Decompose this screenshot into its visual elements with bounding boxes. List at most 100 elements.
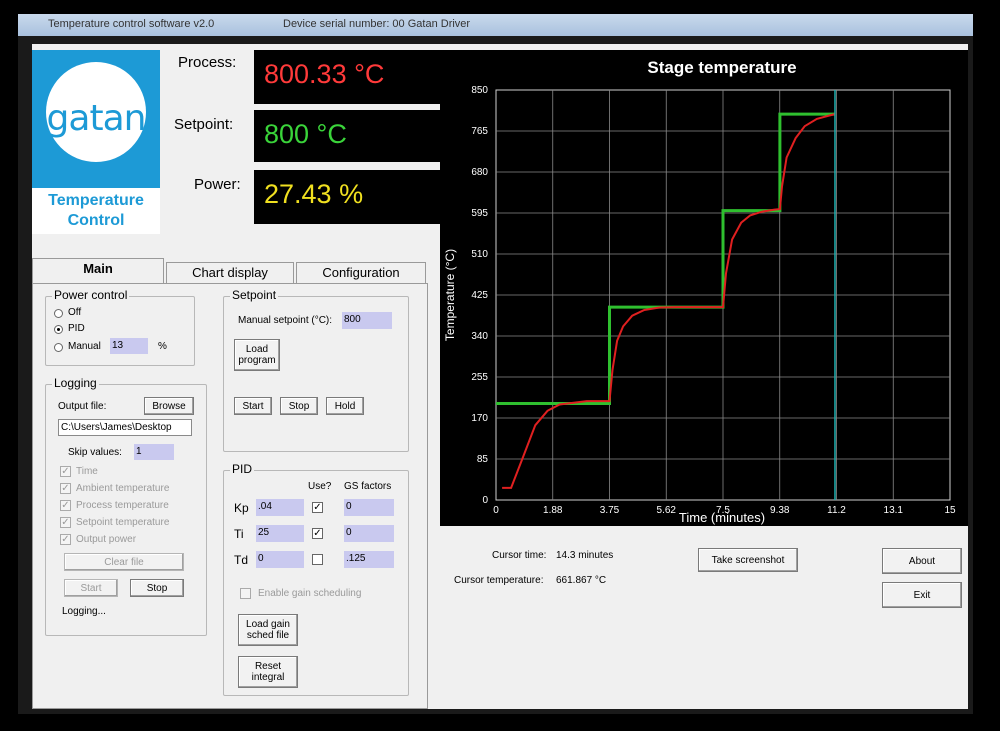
y-tick-labels: 0 85 170 255 340 425 510 595 680 765 850 [471, 85, 488, 506]
cursor-time-value: 14.3 minutes [556, 550, 614, 561]
log-power-checkbox[interactable]: ✓ [60, 534, 71, 545]
cursor-temperature-value: 661.867 °C [556, 575, 607, 586]
setpoint-hold-button[interactable]: Hold [326, 397, 364, 415]
x-tick-label: 15 [944, 505, 956, 516]
main-tab-page: Power control Off PID Manual 13 % Loggin… [32, 283, 428, 709]
pid-use-header: Use? [308, 481, 332, 492]
logging-title: Logging [52, 376, 99, 390]
log-start-button[interactable]: Start [64, 579, 118, 597]
ti-use-checkbox[interactable]: ✓ [312, 528, 323, 539]
power-control-group: Power control Off PID Manual 13 % [45, 288, 195, 366]
app-window: Temperature control software v2.0 Device… [18, 14, 973, 714]
log-power-label: Output power [76, 534, 137, 545]
log-process-checkbox[interactable]: ✓ [60, 500, 71, 511]
window-title: Temperature control software v2.0 [48, 18, 215, 30]
log-setpoint-checkbox[interactable]: ✓ [60, 517, 71, 528]
log-time-label: Time [76, 466, 98, 477]
process-label: Process: [178, 54, 237, 71]
radio-manual[interactable] [54, 343, 63, 352]
logging-status: Logging... [62, 606, 106, 617]
x-tick-label: 5.62 [657, 505, 677, 516]
ti-gs-input[interactable]: 0 [344, 525, 394, 542]
td-gs-input[interactable]: .125 [344, 551, 394, 568]
title-bar[interactable]: Temperature control software v2.0 Device… [18, 14, 973, 36]
enable-gain-scheduling-checkbox[interactable] [240, 588, 251, 599]
tab-configuration[interactable]: Configuration [296, 262, 426, 284]
power-label: Power: [194, 176, 241, 193]
about-button[interactable]: About [882, 548, 962, 574]
reset-integral-button[interactable]: Reset integral [238, 656, 298, 688]
output-path-input[interactable]: C:\Users\James\Desktop [58, 419, 192, 436]
setpoint-label: Setpoint: [174, 116, 234, 133]
skip-values-input[interactable]: 1 [134, 444, 174, 460]
load-gain-sched-button[interactable]: Load gain sched file [238, 614, 298, 646]
kp-use-checkbox[interactable]: ✓ [312, 502, 323, 513]
log-process-label: Process temperature [76, 500, 169, 511]
radio-off[interactable] [54, 309, 63, 318]
y-tick-label: 510 [471, 249, 488, 260]
x-tick-label: 9.38 [770, 505, 790, 516]
td-use-checkbox[interactable] [312, 554, 323, 565]
x-tick-label: 1.88 [543, 505, 563, 516]
manual-setpoint-input[interactable]: 800 [342, 312, 392, 329]
exit-button[interactable]: Exit [882, 582, 962, 608]
logo-product-line1: Temperature [48, 192, 144, 209]
load-program-button[interactable]: Load program [234, 339, 280, 371]
y-tick-label: 850 [471, 85, 488, 96]
y-tick-label: 680 [471, 167, 488, 178]
y-tick-label: 595 [471, 208, 488, 219]
setpoint-group: Setpoint Manual setpoint (°C): 800 Load … [223, 288, 409, 452]
setpoint-stop-button[interactable]: Stop [280, 397, 318, 415]
skip-values-label: Skip values: [68, 447, 122, 458]
chart-title: Stage temperature [647, 58, 796, 77]
chart-xlabel: Time (minutes) [679, 510, 765, 525]
process-readout: 800.33 °C [254, 50, 440, 104]
td-input[interactable]: 0 [256, 551, 304, 568]
browse-button[interactable]: Browse [144, 397, 194, 415]
radio-pid[interactable] [54, 325, 63, 334]
log-time-checkbox[interactable]: ✓ [60, 466, 71, 477]
y-tick-label: 85 [477, 454, 489, 465]
kp-input[interactable]: .04 [256, 499, 304, 516]
radio-manual-label: Manual [68, 341, 101, 352]
cursor-temperature-label: Cursor temperature: [454, 575, 544, 586]
logging-group: Logging Output file: Browse C:\Users\Jam… [45, 376, 207, 636]
clear-file-button[interactable]: Clear file [64, 553, 184, 571]
kp-gs-input[interactable]: 0 [344, 499, 394, 516]
gatan-logo: gatan Temperature Control [32, 50, 160, 234]
setpoint-title: Setpoint [230, 288, 279, 302]
x-tick-label: 11.2 [827, 505, 846, 516]
pid-title: PID [230, 462, 255, 476]
tab-chart-display[interactable]: Chart display [166, 262, 294, 284]
setpoint-start-button[interactable]: Start [234, 397, 272, 415]
take-screenshot-button[interactable]: Take screenshot [698, 548, 798, 572]
log-ambient-label: Ambient temperature [76, 483, 170, 494]
enable-gain-scheduling-label: Enable gain scheduling [258, 588, 362, 599]
y-tick-label: 0 [482, 495, 488, 506]
cursor-time-label: Cursor time: [492, 550, 547, 561]
x-tick-label: 3.75 [600, 505, 620, 516]
tab-main[interactable]: Main [32, 258, 164, 284]
log-ambient-checkbox[interactable]: ✓ [60, 483, 71, 494]
ti-label: Ti [234, 527, 244, 541]
log-stop-button[interactable]: Stop [130, 579, 184, 597]
client-area: gatan Temperature Control Process: 800.3… [32, 44, 968, 709]
y-tick-label: 425 [471, 290, 488, 301]
stage-temperature-chart[interactable]: Stage temperature 0 85 170 255 340 425 510 595 6… [440, 50, 968, 526]
y-tick-label: 340 [471, 331, 488, 342]
logo-product-line2: Control [67, 212, 125, 229]
pid-gs-header: GS factors [344, 481, 392, 492]
x-tick-label: 13.1 [884, 505, 904, 516]
power-readout: 27.43 % [254, 170, 440, 224]
ti-input[interactable]: 25 [256, 525, 304, 542]
y-tick-label: 765 [471, 126, 488, 137]
manual-power-unit: % [158, 341, 167, 352]
output-file-label: Output file: [58, 401, 107, 412]
log-setpoint-label: Setpoint temperature [76, 517, 170, 528]
y-tick-label: 170 [471, 413, 488, 424]
td-label: Td [234, 553, 249, 567]
radio-pid-label: PID [68, 323, 85, 334]
setpoint-readout: 800 °C [254, 110, 440, 162]
manual-power-input[interactable]: 13 [110, 338, 148, 354]
chart-ylabel: Temperature (°C) [443, 249, 457, 341]
